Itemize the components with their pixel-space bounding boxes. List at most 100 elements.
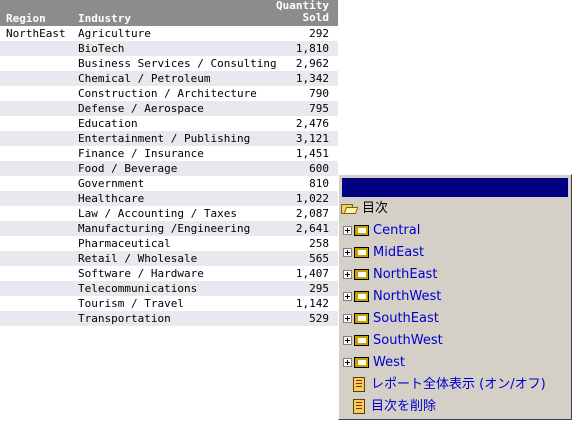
quantity-cell: 1,142 — [295, 297, 329, 310]
expand-plus-icon[interactable] — [343, 314, 352, 323]
industry-cell: Agriculture — [78, 27, 151, 40]
toc-command-label: レポート全体表示 (オン/オフ) — [371, 377, 546, 392]
table-row: Healthcare 1,022 — [0, 191, 338, 206]
toc-region-label: MidEast — [373, 245, 425, 260]
toc-popup: 目次 Central MidEast NorthEast NorthWest South… — [338, 174, 572, 420]
industry-cell: Transportation — [78, 312, 171, 325]
quantity-cell: 2,962 — [295, 57, 329, 70]
table-row: Telecommunications 295 — [0, 281, 338, 296]
quantity-cell: 790 — [309, 87, 329, 100]
industry-cell: BioTech — [78, 42, 125, 55]
table-row: Software / Hardware 1,407 — [0, 266, 338, 281]
industry-cell: Tourism / Travel — [78, 297, 184, 310]
report-page-icon — [353, 377, 365, 392]
industry-cell: Construction / Architecture — [78, 87, 257, 100]
expand-plus-icon[interactable] — [343, 336, 352, 345]
industry-cell: Business Services / Consulting — [78, 57, 277, 70]
expand-plus-icon[interactable] — [343, 292, 352, 301]
toc-region-northeast[interactable]: NorthEast — [343, 265, 437, 285]
quantity-cell: 295 — [309, 282, 329, 295]
remove-toc-link[interactable]: 目次を削除 — [353, 397, 436, 417]
table-row: BioTech 1,810 — [0, 41, 338, 56]
toc-region-southeast[interactable]: SouthEast — [343, 309, 439, 329]
industry-cell: Government — [78, 177, 145, 190]
quantity-cell: 600 — [309, 162, 329, 175]
quantity-cell: 1,407 — [295, 267, 329, 280]
report-table: Region Industry Quantity Sold NorthEast Ag… — [0, 0, 338, 326]
industry-cell: Education — [78, 117, 138, 130]
expand-plus-icon[interactable] — [343, 270, 352, 279]
toc-region-label: Central — [373, 223, 421, 238]
industry-cell: Food / Beverage — [78, 162, 178, 175]
table-row: Entertainment / Publishing 3,121 — [0, 131, 338, 146]
region-cell: NorthEast — [6, 27, 66, 40]
expand-plus-icon[interactable] — [343, 226, 352, 235]
toc-region-southwest[interactable]: SouthWest — [343, 331, 443, 351]
table-row: Food / Beverage 600 — [0, 161, 338, 176]
quantity-cell: 1,810 — [295, 42, 329, 55]
header-industry: Industry — [78, 12, 131, 25]
table-row: Tourism / Travel 1,142 — [0, 296, 338, 311]
table-header: Region Industry Quantity Sold — [0, 0, 338, 26]
closed-book-icon — [354, 335, 369, 346]
expand-plus-icon[interactable] — [343, 248, 352, 257]
quantity-cell: 810 — [309, 177, 329, 190]
quantity-cell: 258 — [309, 237, 329, 250]
table-row: Business Services / Consulting 2,962 — [0, 56, 338, 71]
closed-book-icon — [354, 313, 369, 324]
quantity-cell: 1,022 — [295, 192, 329, 205]
quantity-cell: 2,641 — [295, 222, 329, 235]
toc-region-label: West — [373, 355, 405, 370]
industry-cell: Pharmaceutical — [78, 237, 171, 250]
quantity-cell: 1,342 — [295, 72, 329, 85]
toc-region-label: NorthWest — [373, 289, 442, 304]
quantity-cell: 565 — [309, 252, 329, 265]
industry-cell: Defense / Aerospace — [78, 102, 204, 115]
toc-region-label: NorthEast — [373, 267, 438, 282]
closed-book-icon — [354, 269, 369, 280]
table-body: NorthEast Agriculture 292 BioTech 1,810 Busin… — [0, 26, 338, 326]
table-row: Manufacturing /Engineering 2,641 — [0, 221, 338, 236]
industry-cell: Law / Accounting / Taxes — [78, 207, 237, 220]
quantity-cell: 3,121 — [295, 132, 329, 145]
quantity-cell: 292 — [309, 27, 329, 40]
toc-region-northwest[interactable]: NorthWest — [343, 287, 441, 307]
header-quantity-sold: Quantity Sold — [276, 0, 329, 24]
quantity-cell: 795 — [309, 102, 329, 115]
closed-book-icon — [354, 357, 369, 368]
table-row: Government 810 — [0, 176, 338, 191]
toc-region-mideast[interactable]: MidEast — [343, 243, 424, 263]
table-row: Pharmaceutical 258 — [0, 236, 338, 251]
closed-book-icon — [354, 291, 369, 302]
toc-region-label: SouthWest — [373, 333, 443, 348]
toc-region-west[interactable]: West — [343, 353, 405, 373]
toc-title-bar[interactable] — [342, 178, 568, 197]
industry-cell: Healthcare — [78, 192, 145, 205]
table-row: Construction / Architecture 790 — [0, 86, 338, 101]
header-region: Region — [6, 12, 46, 25]
closed-book-icon — [354, 225, 369, 236]
expand-plus-icon[interactable] — [343, 358, 352, 367]
quantity-cell: 2,087 — [295, 207, 329, 220]
industry-cell: Entertainment / Publishing — [78, 132, 251, 145]
toc-command-label: 目次を削除 — [371, 399, 437, 414]
table-row: Transportation 529 — [0, 311, 338, 326]
toc-root-label: 目次 — [362, 201, 389, 216]
toggle-full-report-link[interactable]: レポート全体表示 (オン/オフ) — [353, 375, 546, 395]
open-folder-icon — [341, 203, 358, 215]
table-row: Education 2,476 — [0, 116, 338, 131]
table-row: Defense / Aerospace 795 — [0, 101, 338, 116]
table-row: NorthEast Agriculture 292 — [0, 26, 338, 41]
quantity-cell: 529 — [309, 312, 329, 325]
closed-book-icon — [354, 247, 369, 258]
industry-cell: Finance / Insurance — [78, 147, 204, 160]
industry-cell: Manufacturing /Engineering — [78, 222, 251, 235]
table-row: Law / Accounting / Taxes 2,087 — [0, 206, 338, 221]
report-page-icon — [353, 399, 365, 414]
industry-cell: Chemical / Petroleum — [78, 72, 211, 85]
industry-cell: Software / Hardware — [78, 267, 204, 280]
table-row: Chemical / Petroleum 1,342 — [0, 71, 338, 86]
toc-region-central[interactable]: Central — [343, 221, 420, 241]
toc-root[interactable]: 目次 — [341, 199, 388, 219]
toc-region-label: SouthEast — [373, 311, 439, 326]
